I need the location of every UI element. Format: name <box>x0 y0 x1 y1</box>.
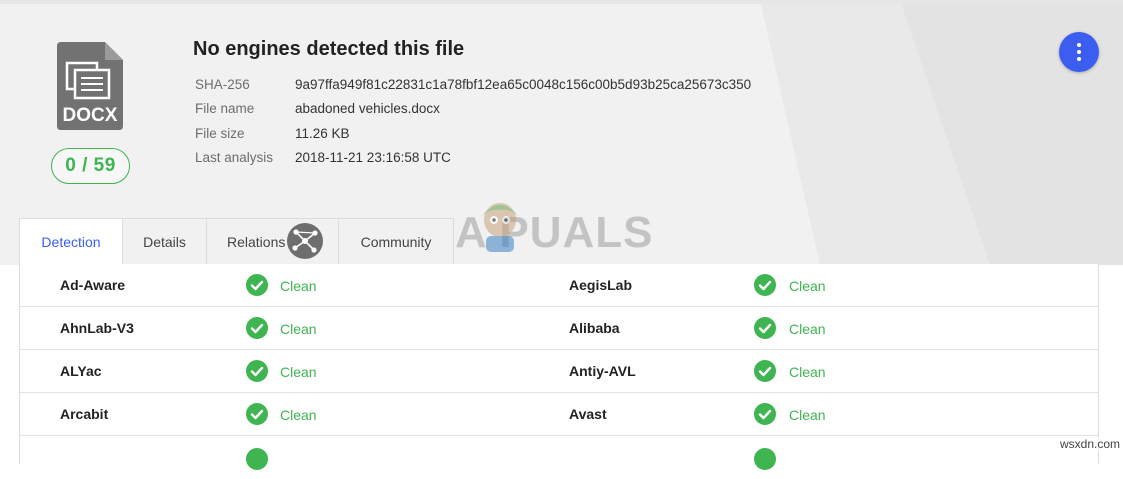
tab-label: Relations <box>227 233 286 250</box>
status-label: Clean <box>789 321 826 337</box>
table-row: ALYac Clean Antiy-AVL Clean <box>20 350 1098 393</box>
top-strip <box>0 0 1123 4</box>
check-circle-icon <box>246 403 268 425</box>
graph-network-icon <box>287 223 323 259</box>
info-label: Last analysis <box>195 150 274 165</box>
engine-name: Avast <box>569 406 607 422</box>
status-label: Clean <box>789 407 826 423</box>
info-label: File size <box>195 126 245 141</box>
page-title: No engines detected this file <box>193 38 465 60</box>
detection-score-badge: 0 / 59 <box>51 148 130 184</box>
status-label: Clean <box>789 278 826 294</box>
tab-detection[interactable]: Detection <box>19 218 123 265</box>
detection-score: 0 / 59 <box>65 155 116 176</box>
engine-name: Alibaba <box>569 320 620 336</box>
tab-bar: Detection Details Relations Community <box>19 218 454 265</box>
table-row-partial <box>20 436 1098 479</box>
info-value[interactable]: 9a97ffa949f81c22831c1a78fbf12ea65c0048c1… <box>295 77 751 92</box>
check-circle-icon <box>754 317 776 339</box>
status-label: Clean <box>280 321 317 337</box>
table-row: Ad-Aware Clean AegisLab Clean <box>20 264 1098 307</box>
engine-name: ALYac <box>60 363 102 379</box>
status-label: Clean <box>280 364 317 380</box>
engine-name: Arcabit <box>60 406 109 422</box>
engine-name: Antiy-AVL <box>569 363 636 379</box>
info-value[interactable]: abadoned vehicles.docx <box>295 101 440 116</box>
more-vert-icon-dot <box>1077 57 1081 61</box>
check-circle-icon <box>754 274 776 296</box>
tab-community[interactable]: Community <box>339 218 454 265</box>
check-circle-icon <box>246 274 268 296</box>
engine-name: Ad-Aware <box>60 277 126 293</box>
check-circle-icon <box>754 403 776 425</box>
tab-label: Detection <box>41 233 101 250</box>
check-circle-icon <box>754 360 776 382</box>
docx-file-icon: DOCX <box>57 42 123 130</box>
info-label: SHA-256 <box>195 77 250 92</box>
info-value: 11.26 KB <box>295 126 350 141</box>
engine-name: AhnLab-V3 <box>60 320 134 336</box>
check-circle-icon <box>246 448 268 470</box>
tab-label: Details <box>143 233 186 250</box>
mascot-watermark-icon <box>482 203 518 252</box>
status-label: Clean <box>280 407 317 423</box>
check-circle-icon <box>246 360 268 382</box>
tab-label: Community <box>360 233 432 250</box>
detection-results-table: Ad-Aware Clean AegisLab Clean AhnLab-V3 … <box>19 264 1099 470</box>
check-circle-icon <box>754 448 776 470</box>
engine-name: AegisLab <box>569 277 633 293</box>
info-value: 2018-11-21 23:16:58 UTC <box>295 150 451 165</box>
table-row: AhnLab-V3 Clean Alibaba Clean <box>20 307 1098 350</box>
tab-details[interactable]: Details <box>123 218 207 265</box>
more-vert-icon-dot <box>1077 50 1081 54</box>
more-vert-icon <box>1077 43 1081 47</box>
site-watermark: wsxdn.com <box>1058 437 1123 451</box>
status-label: Clean <box>280 278 317 294</box>
info-label: File name <box>195 101 255 116</box>
status-label: Clean <box>789 364 826 380</box>
check-circle-icon <box>246 317 268 339</box>
table-row: Arcabit Clean Avast Clean <box>20 393 1098 436</box>
file-type-label: DOCX <box>63 105 118 126</box>
more-options-button[interactable] <box>1059 32 1099 72</box>
